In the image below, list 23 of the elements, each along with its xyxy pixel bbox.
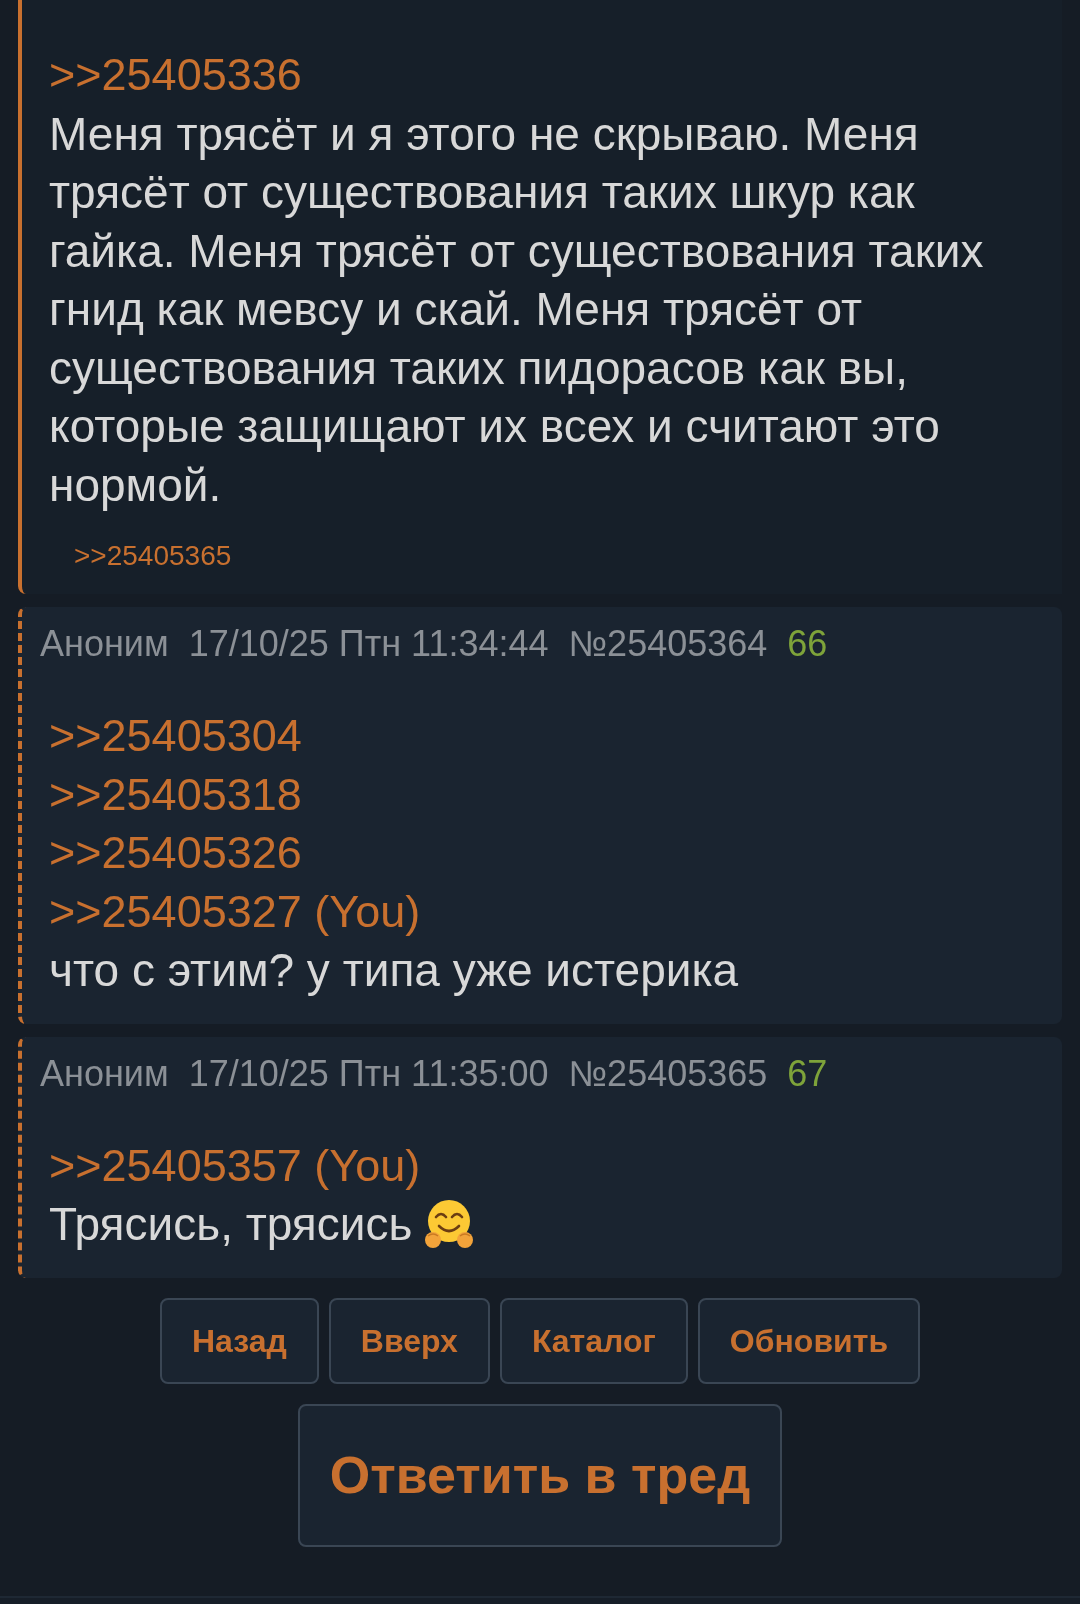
reply-to-thread-button[interactable]: Ответить в тред bbox=[298, 1403, 782, 1547]
quote-link[interactable]: >>25405318 bbox=[49, 765, 302, 824]
nav-button[interactable]: Обновить bbox=[697, 1297, 921, 1384]
author-name: Аноним bbox=[40, 622, 169, 666]
author-name: Аноним bbox=[40, 1051, 169, 1096]
post-number-link[interactable]: №25405364 bbox=[568, 622, 768, 666]
quote-link[interactable]: >>25405327 (You) bbox=[49, 882, 421, 941]
post-index: 67 bbox=[787, 1051, 828, 1096]
nav-button[interactable]: Назад bbox=[159, 1297, 319, 1384]
post-text: Трясись, трясись bbox=[49, 1198, 413, 1250]
post-index: 66 bbox=[787, 622, 828, 666]
post-date: 17/10/25 Птн 11:34:44 bbox=[188, 622, 549, 666]
nav-button[interactable]: Каталог bbox=[499, 1297, 688, 1384]
reply-link[interactable]: >>25405365 bbox=[74, 539, 232, 573]
quote-link[interactable]: >>25405357 (You) bbox=[49, 1136, 421, 1195]
post-number-link[interactable]: №25405365 bbox=[568, 1051, 768, 1096]
post-text: Меня трясёт и я этого не скрываю. Меня трясёт от существования таких шкур как гайка. Меня трясёт от существования таких гнид как мевсу и скай. Меня трясёт от существования таких пидорасов как вы, которые защищают их всех и считают это нормой. bbox=[49, 107, 984, 511]
nav-button[interactable]: Вверх bbox=[328, 1297, 490, 1384]
quote-link[interactable]: >>25405304 bbox=[49, 707, 302, 766]
quote-link[interactable]: >>25405336 bbox=[49, 46, 302, 105]
post-text: что с этим? у типа уже истерика bbox=[49, 944, 739, 996]
post-date: 17/10/25 Птн 11:35:00 bbox=[188, 1051, 549, 1096]
quote-link[interactable]: >>25405326 bbox=[49, 824, 302, 883]
